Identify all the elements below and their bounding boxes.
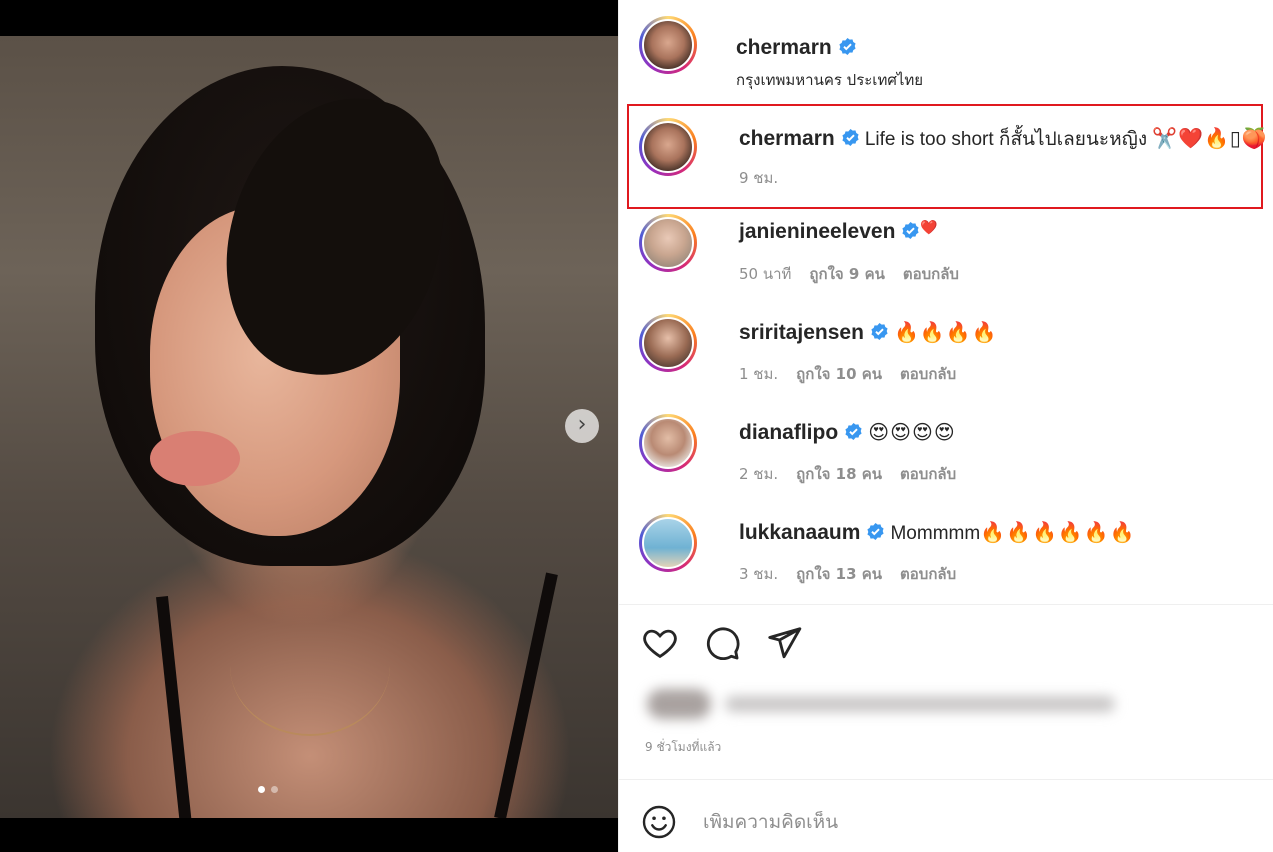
comment-row: sriritajensen 🔥🔥🔥🔥 1 ชม. ถูกใจ 10 คน ตอบ… <box>639 314 1259 394</box>
carousel-dot <box>271 786 278 793</box>
verified-badge-icon <box>839 37 856 56</box>
photo-strap-left <box>156 596 192 818</box>
comment-input[interactable] <box>703 811 1203 833</box>
heart-icon[interactable] <box>641 624 679 662</box>
caption-text: Life is too short ก็สั้นไปเลยนะหญิง <box>864 129 1148 150</box>
photo-lips-shape <box>150 431 240 486</box>
comment-row: janienineeleven ❤️ 50 นาที ถูกใจ 9 คน ตอบ… <box>639 214 1259 294</box>
post-time-ago[interactable]: 9 ชั่วโมงที่แล้ว <box>645 738 721 757</box>
reply-button[interactable]: ตอบกลับ <box>900 562 956 586</box>
comment-likes[interactable]: ถูกใจ 18 คน <box>796 462 882 486</box>
reply-button[interactable]: ตอบกลับ <box>903 262 959 286</box>
comment-likes[interactable]: ถูกใจ 13 คน <box>796 562 882 586</box>
post-media-panel: › <box>0 0 618 852</box>
caption-username[interactable]: chermarn <box>739 127 835 150</box>
avatar[interactable] <box>639 16 697 74</box>
comment-emoji: 🔥🔥🔥🔥 <box>894 320 998 344</box>
photo-necklace-shape <box>230 596 390 736</box>
carousel-dot-active <box>258 786 265 793</box>
comment-emoji: 😍😍😍😍 <box>868 420 956 444</box>
blurred-avatars <box>647 689 711 719</box>
comment-time[interactable]: 1 ชม. <box>739 362 778 386</box>
post-location[interactable]: กรุงเทพมหานคร ประเทศไทย <box>736 68 923 92</box>
post-actions <box>641 624 803 662</box>
smiley-icon[interactable] <box>641 804 677 840</box>
divider <box>619 779 1273 780</box>
comment-row: dianaflipo 😍😍😍😍 2 ชม. ถูกใจ 18 คน ตอบกลั… <box>639 414 1259 494</box>
comment-bubble-icon[interactable] <box>703 624 741 662</box>
comment-time[interactable]: 2 ชม. <box>739 462 778 486</box>
verified-badge-icon <box>871 322 888 341</box>
reply-button[interactable]: ตอบกลับ <box>900 362 956 386</box>
photo-strap-right <box>494 572 558 818</box>
comment-emoji: 🔥🔥🔥🔥🔥🔥 <box>980 520 1136 544</box>
caption-time[interactable]: 9 ชม. <box>739 166 778 190</box>
carousel-indicator <box>258 786 278 793</box>
avatar[interactable] <box>639 414 697 472</box>
divider <box>619 604 1273 605</box>
chevron-right-icon: › <box>577 412 587 437</box>
reply-button[interactable]: ตอบกลับ <box>900 462 956 486</box>
comment-username[interactable]: dianaflipo <box>739 421 838 444</box>
avatar[interactable] <box>639 118 697 176</box>
comment-username[interactable]: janienineeleven <box>739 220 895 243</box>
verified-badge-icon <box>902 221 919 240</box>
post-author-username[interactable]: chermarn <box>736 36 832 59</box>
comment-time[interactable]: 50 นาที <box>739 262 791 286</box>
add-comment-bar <box>641 800 1261 844</box>
caption-emoji: ✂️❤️🔥▯🍑 <box>1152 126 1268 150</box>
avatar[interactable] <box>639 514 697 572</box>
comment-text: Mommmm <box>890 523 981 544</box>
caption-row: chermarn Life is too short ก็สั้นไปเลยนะ… <box>639 118 1267 198</box>
paper-plane-icon[interactable] <box>765 624 803 662</box>
blurred-likes-text <box>725 696 1115 712</box>
carousel-next-button[interactable]: › <box>565 409 599 443</box>
comment-row: lukkanaaum Mommmm🔥🔥🔥🔥🔥🔥 3 ชม. ถูกใจ 13 ค… <box>639 514 1259 594</box>
comment-emoji: ❤️ <box>920 220 939 236</box>
avatar[interactable] <box>639 214 697 272</box>
verified-badge-icon <box>842 128 859 147</box>
verified-badge-icon <box>867 522 884 541</box>
post-side-panel: chermarn กรุงเทพมหานคร ประเทศไทย chermar… <box>618 0 1273 852</box>
comment-username[interactable]: sriritajensen <box>739 321 864 344</box>
likes-summary-blurred <box>647 686 1127 722</box>
comment-time[interactable]: 3 ชม. <box>739 562 778 586</box>
post-photo[interactable] <box>0 36 618 818</box>
comment-username[interactable]: lukkanaaum <box>739 521 860 544</box>
comment-likes[interactable]: ถูกใจ 10 คน <box>796 362 882 386</box>
avatar[interactable] <box>639 314 697 372</box>
comment-likes[interactable]: ถูกใจ 9 คน <box>809 262 884 286</box>
verified-badge-icon <box>845 422 862 441</box>
